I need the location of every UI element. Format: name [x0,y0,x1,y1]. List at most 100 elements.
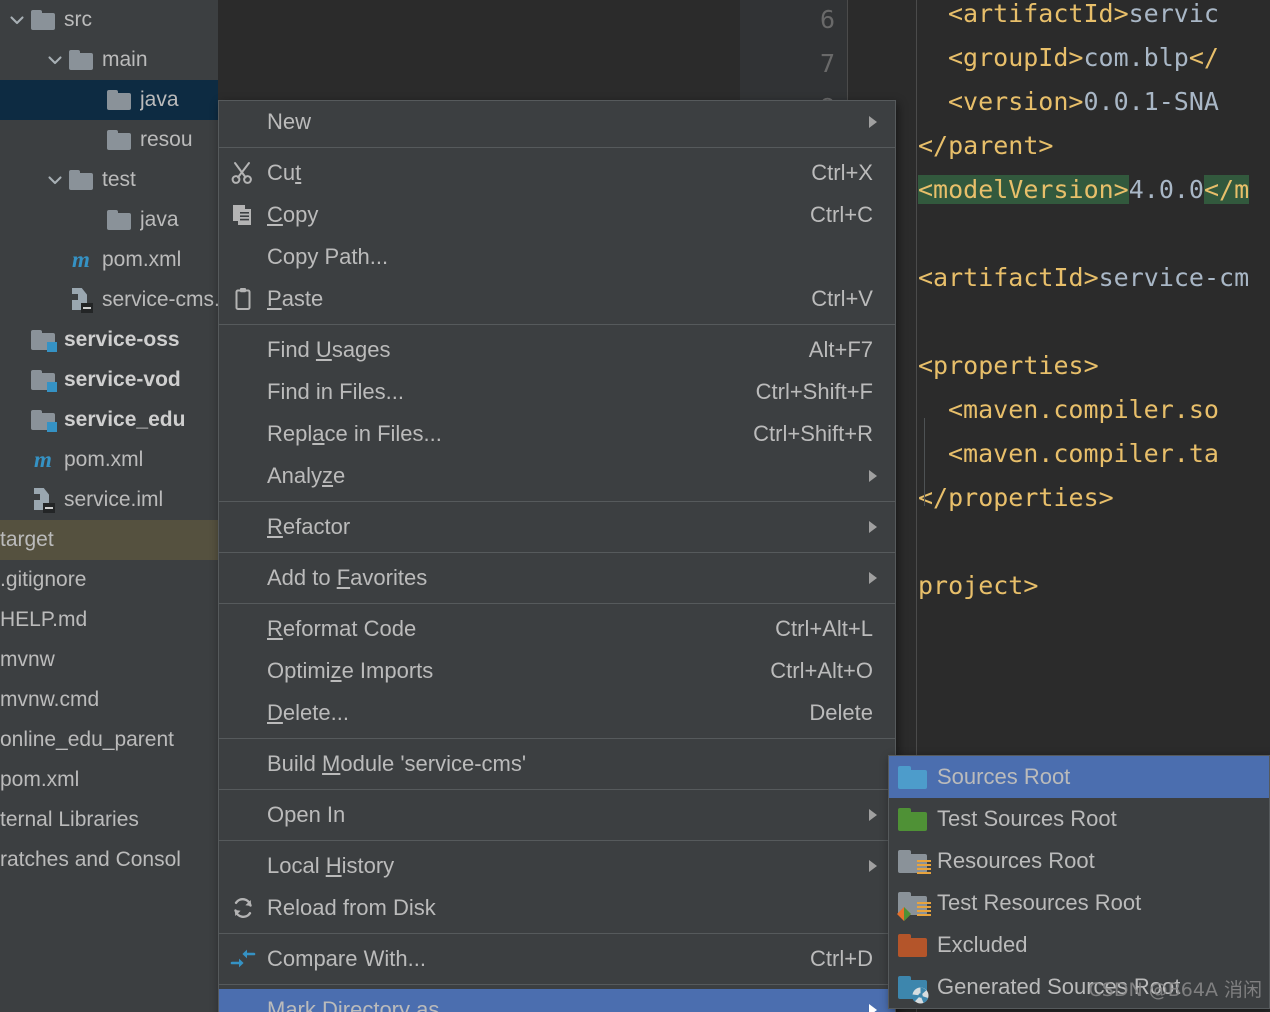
menu-item[interactable]: New [219,101,895,143]
tree-row[interactable]: m pom.xml [0,240,218,280]
tree-item-label: main [102,48,148,71]
tree-item-label: service_edu [64,408,186,431]
chevron-placeholder [42,287,68,313]
folder-resources-icon [889,849,937,874]
tree-row[interactable]: src [0,0,218,40]
tree-row[interactable]: .gitignore [0,560,218,600]
tree-item-label: mvnw [0,648,55,671]
chevron-down-icon[interactable] [42,167,68,193]
menu-item[interactable]: Find Usages Alt+F7 [219,329,895,371]
copy-pages-icon [219,202,267,228]
submenu-item[interactable]: Sources Root [889,756,1269,798]
menu-item[interactable]: Refactor [219,506,895,548]
code-token: <groupId> [948,43,1084,72]
tree-row[interactable]: java [0,200,218,240]
menu-item-label: Find in Files... [267,379,404,404]
project-tree[interactable]: src main java resou test java m pom.xml service-… [0,0,218,1012]
menu-item-label: Find Usages [267,337,391,362]
menu-item[interactable]: Delete... Delete [219,692,895,734]
iml-file-icon [30,487,56,513]
code-token: com.blp [1083,43,1189,72]
tree-row[interactable]: service-vod [0,360,218,400]
tree-item-label: src [64,8,92,31]
tree-row[interactable]: m pom.xml [0,440,218,480]
line-number: 6 [819,5,835,34]
tree-row[interactable]: main [0,40,218,80]
tree-row[interactable]: mvnw [0,640,218,680]
chevron-placeholder [80,207,106,233]
tree-row[interactable]: service_edu [0,400,218,440]
menu-item-label: Paste [267,286,324,311]
tree-item-label: target [0,528,54,551]
code-token: </m [1203,175,1250,204]
menu-item[interactable]: Local History [219,845,895,887]
menu-item-shortcut: Ctrl+Alt+O [770,658,873,683]
menu-item-shortcut: Ctrl+Shift+F [755,379,873,404]
submenu-arrow-icon [867,997,879,1012]
tree-item-label: pom.xml [0,768,80,791]
submenu-item[interactable]: Excluded [889,924,1269,966]
menu-item-label: Mark Directory as [267,997,440,1012]
menu-item[interactable]: Reload from Disk [219,887,895,929]
tree-row[interactable]: resou [0,120,218,160]
menu-item[interactable]: Build Module 'service-cms' [219,743,895,785]
code-line: </properties> [918,476,1114,520]
line-number: 7 [819,49,835,78]
menu-item[interactable]: Paste Ctrl+V [219,278,895,320]
tree-row[interactable]: mvnw.cmd [0,680,218,720]
menu-item[interactable]: Copy Path... [219,236,895,278]
menu-item[interactable]: Analyze [219,455,895,497]
tree-row[interactable]: service-oss [0,320,218,360]
menu-item[interactable]: Find in Files... Ctrl+Shift+F [219,371,895,413]
tree-row[interactable]: online_edu_parent [0,720,218,760]
submenu-item-label: Sources Root [937,764,1071,789]
chevron-placeholder [4,447,30,473]
menu-item[interactable]: Add to Favorites [219,557,895,599]
code-line: <properties> [918,344,1099,388]
context-menu[interactable]: New Cut Ctrl+X Copy Ctrl+C Copy Path... Paste C… [218,100,896,1012]
tree-row[interactable]: ratches and Consol [0,840,218,880]
chevron-down-icon[interactable] [4,7,30,33]
code-token: servic [1128,0,1219,28]
submenu-item[interactable]: Resources Root [889,840,1269,882]
tree-item-label: pom.xml [102,248,182,271]
code-line: <groupId>com.blp</ [948,36,1219,80]
tree-item-label: service.iml [64,488,164,511]
menu-item[interactable]: Replace in Files... Ctrl+Shift+R [219,413,895,455]
menu-separator [219,789,895,790]
chevron-placeholder [80,127,106,153]
submenu-item[interactable]: Test Resources Root [889,882,1269,924]
tree-item-label: ratches and Consol [0,848,181,871]
tree-row[interactable]: ternal Libraries [0,800,218,840]
refresh-icon [219,895,267,921]
tree-item-label: java [140,208,179,231]
menu-item[interactable]: Optimize Imports Ctrl+Alt+O [219,650,895,692]
mark-directory-as-submenu[interactable]: Sources Root Test Sources Root Resources R… [888,755,1270,1009]
tree-row[interactable]: HELP.md [0,600,218,640]
chevron-down-icon[interactable] [42,47,68,73]
submenu-item[interactable]: Test Sources Root [889,798,1269,840]
folder-icon [106,90,132,110]
menu-item-label: Reload from Disk [267,895,436,920]
tree-row[interactable]: service-cms. [0,280,218,320]
tree-row[interactable]: service.iml [0,480,218,520]
folder-icon [106,130,132,150]
menu-item[interactable]: Open In [219,794,895,836]
tree-row[interactable]: test [0,160,218,200]
code-token: <maven.compiler.ta [948,439,1219,468]
tree-item-label: service-oss [64,328,180,351]
tree-row[interactable]: target [0,520,218,560]
code-token: </properties> [918,483,1114,512]
tree-row[interactable]: java [0,80,218,120]
menu-item[interactable]: Mark Directory as [219,989,895,1012]
menu-item[interactable]: Reformat Code Ctrl+Alt+L [219,608,895,650]
menu-item[interactable]: Compare With... Ctrl+D [219,938,895,980]
menu-item[interactable]: Copy Ctrl+C [219,194,895,236]
clipboard-icon [219,286,267,312]
menu-item[interactable]: Cut Ctrl+X [219,152,895,194]
tree-row[interactable]: pom.xml [0,760,218,800]
menu-item-label: Analyze [267,463,346,488]
compare-icon [219,946,267,972]
menu-separator [219,840,895,841]
folder-icon [68,170,94,190]
